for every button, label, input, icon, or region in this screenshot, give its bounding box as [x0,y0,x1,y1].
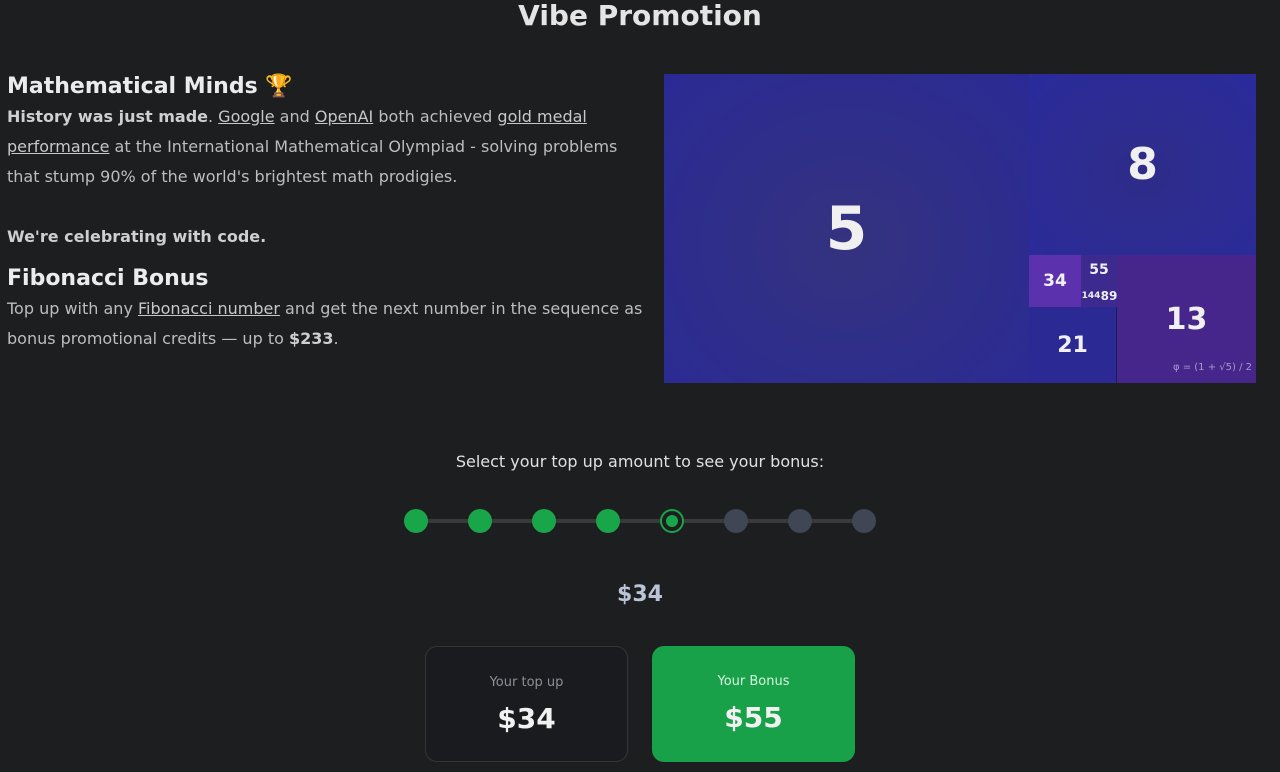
google-link[interactable]: Google [218,107,274,126]
intro-paragraph: History was just made. Google and OpenAI… [7,102,647,192]
slider-stop-8[interactable] [852,509,876,533]
bonus-card-value: $55 [724,701,783,734]
slider-stop-6[interactable] [724,509,748,533]
page-title: Vibe Promotion [518,0,762,32]
text-fragment: both achieved [373,107,498,126]
fibonacci-spiral-illustration: 5 8 13 21 34 55 144 89 φ = (1 + √5) / 2 [664,74,1256,383]
openai-link[interactable]: OpenAI [315,107,373,126]
topup-card-value: $34 [497,702,556,735]
fibonacci-paragraph: Top up with any Fibonacci number and get… [7,294,647,354]
text-fragment: and [274,107,315,126]
slider-stop-3[interactable] [532,509,556,533]
celebrating-paragraph: We're celebrating with code. [7,222,647,252]
fib-tile-55: 55 [1081,255,1117,285]
celebrating-bold-text: We're celebrating with code. [7,227,267,246]
fibonacci-number-link[interactable]: Fibonacci number [138,299,280,318]
fib-tile-34: 34 [1029,255,1081,307]
bonus-card-label: Your Bonus [717,674,790,689]
fib-tile-21: 21 [1029,307,1117,383]
slider-stop-4[interactable] [596,509,620,533]
fib-tile-5: 5 [664,74,1029,383]
history-bold-text: History was just made [7,107,208,126]
golden-ratio-formula: φ = (1 + √5) / 2 [1172,362,1252,373]
selected-amount-display: $34 [617,582,663,607]
slider-stop-7[interactable] [788,509,812,533]
fib-tile-144: 144 [1081,285,1101,307]
bonus-card: Your Bonus $55 [652,646,855,762]
fib-tile-89: 89 [1101,285,1117,307]
slider-stop-2[interactable] [468,509,492,533]
slider-stop-1[interactable] [404,509,428,533]
intro-section: Mathematical Minds 🏆 History was just ma… [7,72,647,354]
text-fragment: Top up with any [7,299,138,318]
text-fragment: . [208,107,219,126]
max-bonus-value: $233 [288,329,334,348]
fibonacci-bonus-heading: Fibonacci Bonus [7,266,209,291]
topup-amount-slider[interactable] [404,508,876,534]
topup-card-label: Your top up [489,675,564,690]
text-fragment: . [333,329,339,348]
slider-stop-5[interactable] [660,509,684,533]
fib-tile-8: 8 [1029,74,1256,255]
selector-label: Select your top up amount to see your bo… [455,452,825,471]
topup-card: Your top up $34 [425,646,628,762]
mathematical-minds-heading: Mathematical Minds 🏆 [7,74,293,99]
